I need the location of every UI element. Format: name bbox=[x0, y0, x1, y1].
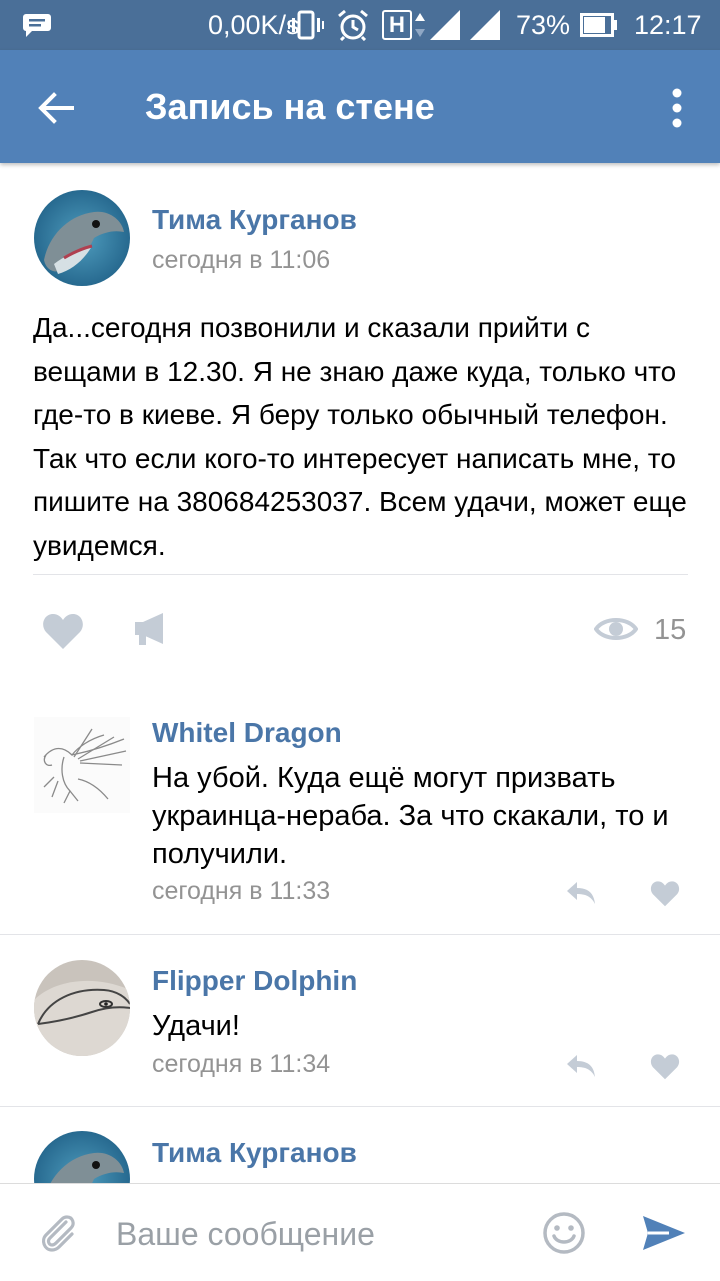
clock: 12:17 bbox=[634, 9, 702, 40]
alarm-icon bbox=[336, 0, 370, 50]
avatar[interactable] bbox=[34, 190, 130, 286]
app-bar: Запись на стене bbox=[0, 50, 720, 163]
heart-icon[interactable] bbox=[650, 880, 680, 912]
net-speed: 0,00K/s bbox=[208, 9, 300, 40]
messages-notification-icon bbox=[22, 0, 52, 50]
post-text: Да...сегодня позвонили и сказали прийти … bbox=[33, 312, 687, 561]
network-type-badge: H bbox=[382, 0, 426, 50]
comment-author[interactable]: Whitel Dragon bbox=[152, 717, 342, 749]
reply-icon[interactable] bbox=[565, 880, 597, 911]
battery-percent: 73% bbox=[516, 9, 571, 40]
comment-text: Удачи! bbox=[152, 1010, 240, 1042]
divider bbox=[0, 934, 720, 935]
page-title: Запись на стене bbox=[145, 86, 435, 127]
vibrate-icon bbox=[288, 0, 324, 50]
send-icon[interactable] bbox=[641, 1214, 687, 1257]
post-time: сегодня в 11:06 bbox=[152, 246, 331, 274]
network-type-label: H bbox=[382, 10, 412, 40]
avatar[interactable] bbox=[34, 960, 130, 1056]
comment-text: На убой. Куда ещё могут призвать украинц… bbox=[152, 762, 669, 870]
paperclip-icon[interactable] bbox=[36, 1210, 80, 1259]
message-composer bbox=[0, 1183, 720, 1281]
divider bbox=[0, 1106, 720, 1107]
comment-author[interactable]: Flipper Dolphin bbox=[152, 965, 357, 997]
heart-icon[interactable] bbox=[42, 612, 84, 655]
signal-icon-2 bbox=[468, 0, 502, 50]
battery-icon bbox=[580, 0, 618, 50]
avatar[interactable] bbox=[34, 717, 130, 813]
comment-author[interactable]: Тима Курганов bbox=[152, 1137, 357, 1169]
smile-icon[interactable] bbox=[542, 1211, 586, 1260]
divider bbox=[33, 574, 688, 575]
message-input[interactable] bbox=[114, 1202, 518, 1266]
reply-icon[interactable] bbox=[565, 1053, 597, 1084]
signal-icon bbox=[428, 0, 462, 50]
megaphone-icon[interactable] bbox=[133, 611, 169, 652]
comment-time: сегодня в 11:34 bbox=[152, 1050, 331, 1078]
heart-icon[interactable] bbox=[650, 1053, 680, 1085]
status-bar: 0,00K/s H 73% 12:17 bbox=[0, 0, 720, 50]
more-vertical-icon[interactable] bbox=[670, 86, 684, 130]
views-count: 15 bbox=[654, 614, 687, 646]
eye-icon bbox=[593, 613, 639, 650]
comment-time: сегодня в 11:33 bbox=[152, 877, 331, 905]
post-author[interactable]: Тима Курганов bbox=[152, 204, 357, 236]
arrow-left-icon[interactable] bbox=[34, 86, 78, 130]
